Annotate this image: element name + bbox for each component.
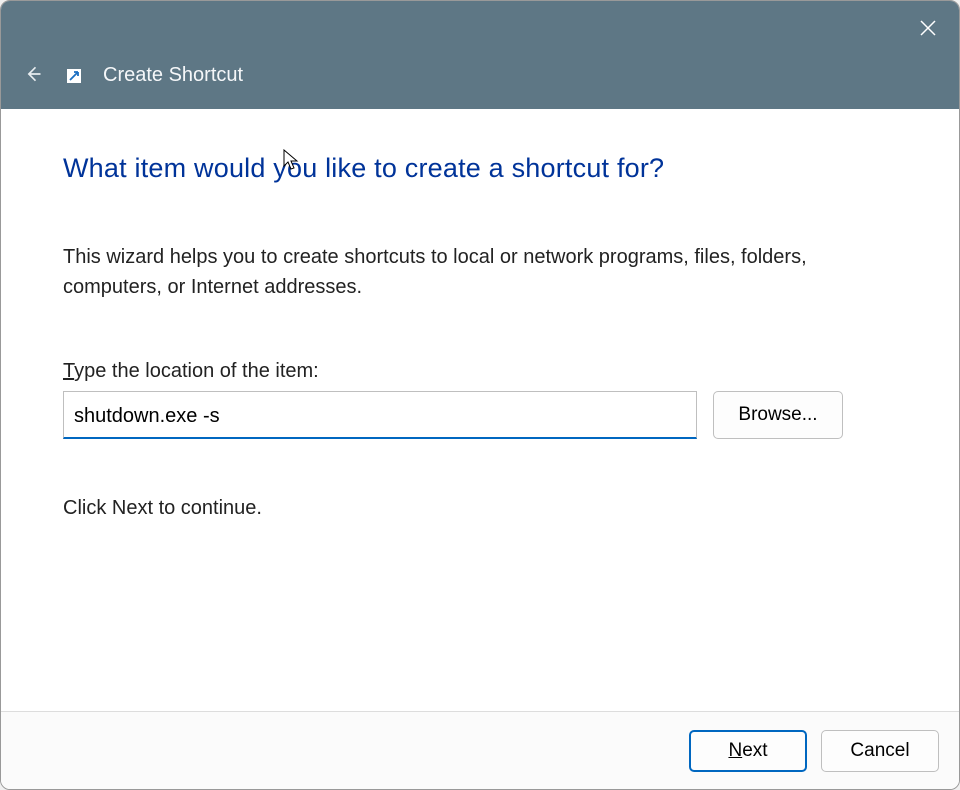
location-row: Browse... [63, 391, 897, 439]
footer: Next Cancel [1, 711, 959, 789]
close-button[interactable] [915, 15, 941, 41]
back-arrow-icon [23, 64, 43, 84]
close-icon [919, 19, 937, 37]
back-button[interactable] [21, 62, 45, 86]
shortcut-icon [67, 69, 81, 83]
next-button[interactable]: Next [689, 730, 807, 772]
window-title: Create Shortcut [103, 64, 243, 87]
create-shortcut-window: Create Shortcut What item would you like… [0, 0, 960, 790]
continue-text: Click Next to continue. [63, 497, 897, 520]
cancel-button[interactable]: Cancel [821, 730, 939, 772]
browse-button[interactable]: Browse... [713, 391, 843, 439]
page-heading: What item would you like to create a sho… [63, 153, 897, 184]
location-input[interactable] [63, 391, 697, 439]
wizard-description: This wizard helps you to create shortcut… [63, 242, 883, 302]
titlebar: Create Shortcut [1, 1, 959, 109]
location-label: Type the location of the item: [63, 360, 897, 383]
content-area: What item would you like to create a sho… [1, 109, 959, 711]
